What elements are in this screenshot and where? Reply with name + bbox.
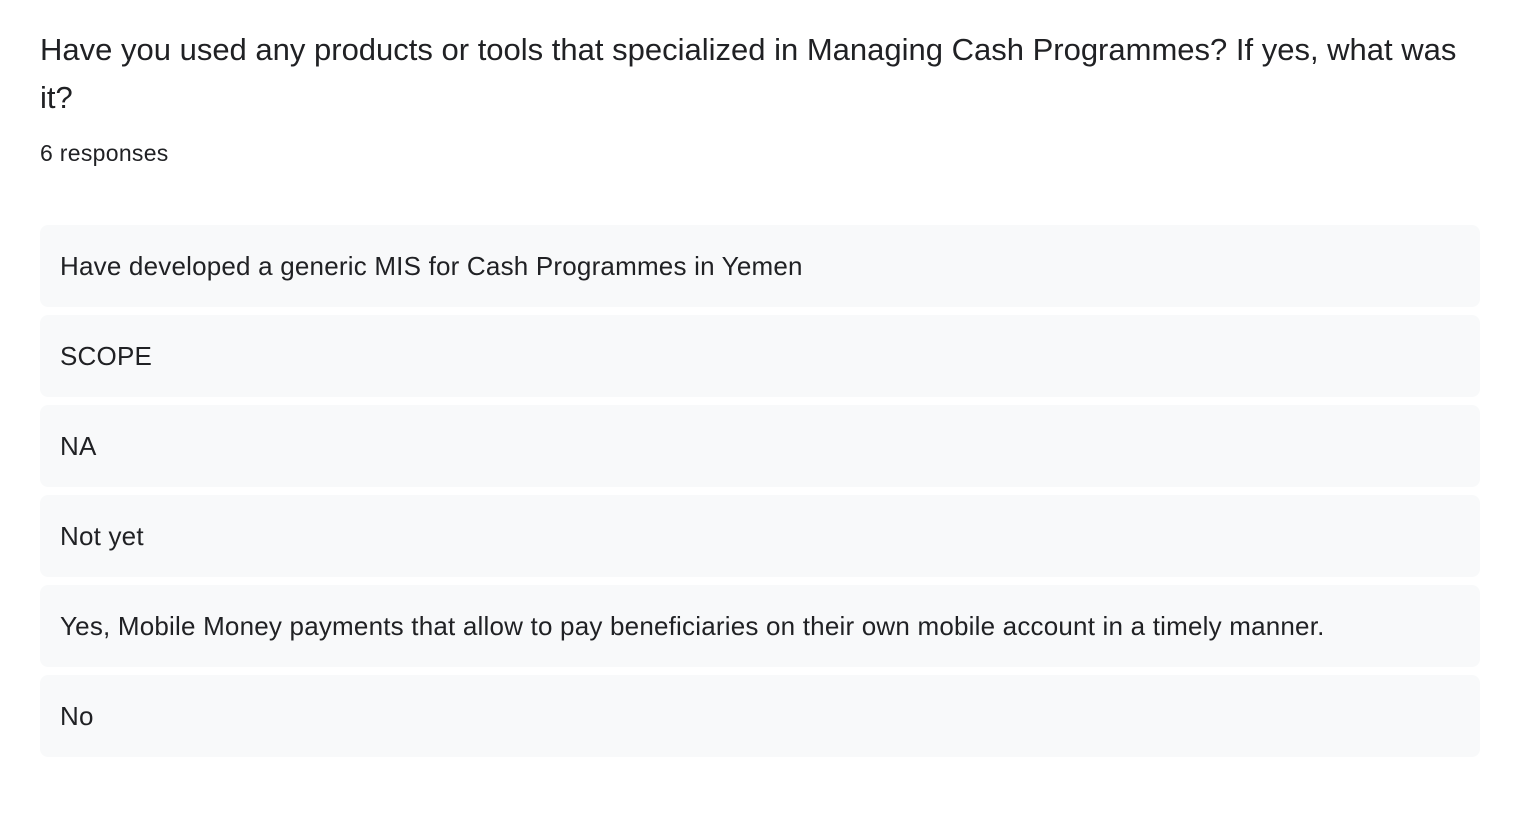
response-item: Yes, Mobile Money payments that allow to…: [40, 585, 1480, 667]
response-item: NA: [40, 405, 1480, 487]
response-item: SCOPE: [40, 315, 1480, 397]
response-count: 6 responses: [40, 140, 169, 166]
response-summary-card: Have you used any products or tools that…: [40, 26, 1480, 757]
response-item: Have developed a generic MIS for Cash Pr…: [40, 225, 1480, 307]
response-item: Not yet: [40, 495, 1480, 577]
question-title: Have you used any products or tools that…: [40, 32, 1457, 115]
response-item: No: [40, 675, 1480, 757]
response-list: Have developed a generic MIS for Cash Pr…: [40, 225, 1480, 757]
